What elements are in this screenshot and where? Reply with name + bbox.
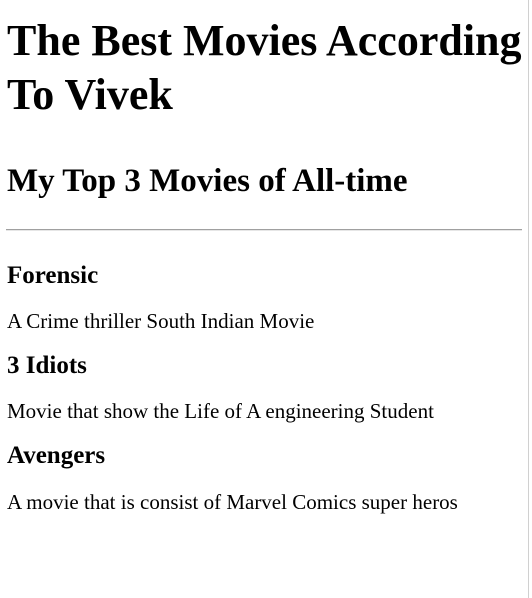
divider [6, 229, 522, 231]
page-subtitle: My Top 3 Movies of All-time [7, 163, 408, 199]
movie-description: Movie that show the Life of A engineerin… [7, 399, 434, 423]
movie-description: A movie that is consist of Marvel Comics… [7, 490, 458, 514]
page-title: The Best Movies According To Vivek [7, 16, 522, 119]
movie-item-avengers: Avengers A movie that is consist of Marv… [7, 441, 523, 517]
movie-title: 3 Idiots [7, 352, 87, 379]
movie-title: Avengers [7, 442, 106, 469]
movie-title: Forensic [7, 262, 99, 289]
page: The Best Movies According To Vivek My To… [0, 0, 532, 598]
movie-description: A Crime thriller South Indian Movie [7, 309, 315, 333]
main-content: The Best Movies According To Vivek My To… [6, 0, 523, 517]
movie-item-3-idiots: 3 Idiots Movie that show the Life of A e… [7, 351, 523, 426]
scrollbar[interactable] [528, 0, 532, 598]
movie-item-forensic: Forensic A Crime thriller South Indian M… [7, 261, 523, 336]
